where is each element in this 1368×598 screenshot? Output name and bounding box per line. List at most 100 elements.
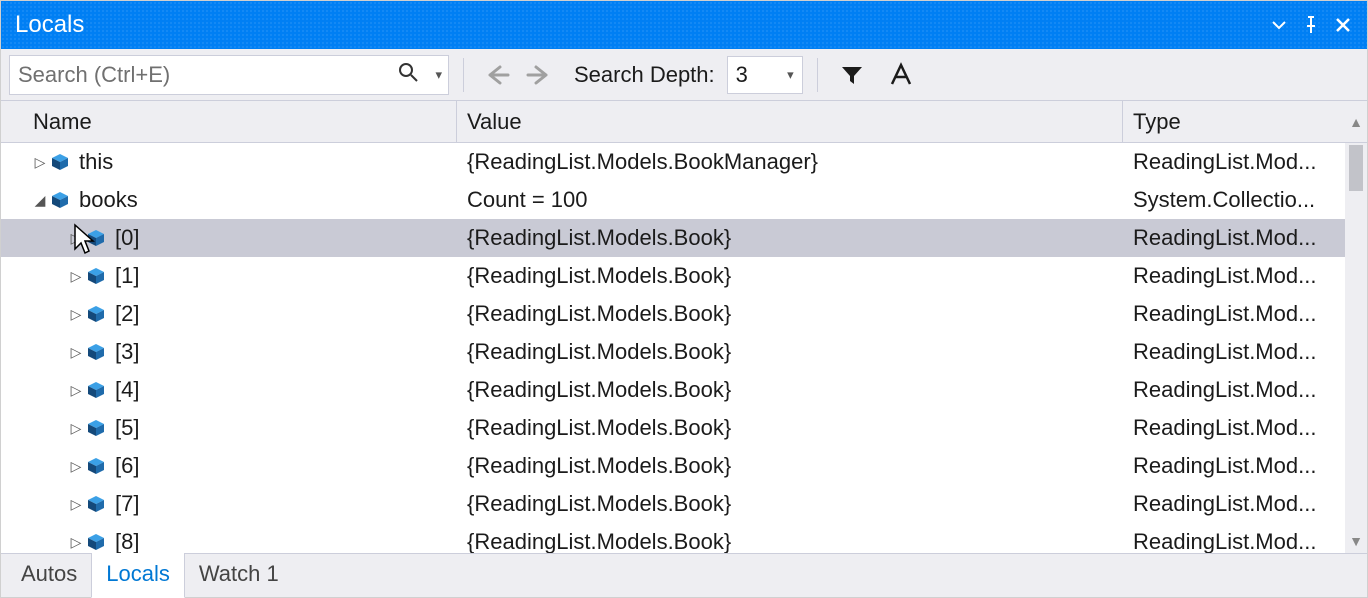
variable-name: [8] [107,529,139,553]
expand-icon[interactable]: ▷ [67,344,85,361]
table-row[interactable]: ▷ [5] {ReadingList.Models.Book}ReadingList… [1,409,1345,447]
search-depth-value: 3 [736,62,748,88]
table-row[interactable]: ▷ [1] {ReadingList.Models.Book}ReadingList… [1,257,1345,295]
locals-window: Locals ▾ Search Depth: 3 ▾ [0,0,1368,598]
object-icon [85,228,107,248]
variable-name: books [71,187,138,213]
separator [817,58,818,92]
variable-name: [1] [107,263,139,289]
variable-type: ReadingList.Mod... [1123,149,1345,175]
object-icon [85,304,107,324]
variable-name: [0] [107,225,139,251]
chevron-down-icon: ▾ [787,67,794,83]
expand-icon[interactable]: ▷ [67,230,85,247]
title-bar: Locals [1,1,1367,49]
variable-name: [2] [107,301,139,327]
table-row[interactable]: ▷ this {ReadingList.Models.BookManager}Rea… [1,143,1345,181]
expand-icon[interactable]: ▷ [67,496,85,513]
tab-locals[interactable]: Locals [91,552,185,598]
search-box[interactable]: ▾ [9,55,449,95]
object-icon [85,494,107,514]
object-icon [85,418,107,438]
variable-name: [4] [107,377,139,403]
object-icon [85,532,107,552]
search-icon[interactable] [398,62,418,88]
collapse-icon[interactable]: ◢ [31,192,49,209]
table-row[interactable]: ▷ [8] {ReadingList.Models.Book}ReadingList… [1,523,1345,553]
tab-autos[interactable]: Autos [7,553,91,597]
column-header-value[interactable]: Value [457,101,1123,142]
object-icon [49,190,71,210]
variable-type: ReadingList.Mod... [1123,415,1345,441]
scrollbar-thumb[interactable] [1349,145,1363,191]
object-icon [49,152,71,172]
variable-type: ReadingList.Mod... [1123,491,1345,517]
grid-header: Name Value Type ▲ [1,101,1367,143]
expand-icon[interactable]: ▷ [67,268,85,285]
table-row[interactable]: ▷ [4] {ReadingList.Models.Book}ReadingList… [1,371,1345,409]
search-input[interactable] [10,56,448,94]
column-header-name[interactable]: Name [19,101,457,142]
variable-value[interactable]: {ReadingList.Models.Book} [457,491,1123,517]
variable-type: ReadingList.Mod... [1123,453,1345,479]
variable-type: ReadingList.Mod... [1123,339,1345,365]
tab-watch-1[interactable]: Watch 1 [185,553,293,597]
variable-value[interactable]: Count = 100 [457,187,1123,213]
object-icon [85,380,107,400]
variable-value[interactable]: {ReadingList.Models.Book} [457,377,1123,403]
variable-name: [7] [107,491,139,517]
expand-icon[interactable]: ▷ [67,382,85,399]
window-menu-icon[interactable] [1263,17,1295,33]
expand-icon[interactable]: ▷ [67,458,85,475]
nav-back-button[interactable] [478,63,514,87]
tab-strip: AutosLocalsWatch 1 [1,553,1367,597]
nav-forward-button[interactable] [522,63,558,87]
variable-value[interactable]: {ReadingList.Models.Book} [457,415,1123,441]
table-row[interactable]: ▷ [2] {ReadingList.Models.Book}ReadingList… [1,295,1345,333]
table-row[interactable]: ▷ [6] {ReadingList.Models.Book}ReadingList… [1,447,1345,485]
close-icon[interactable] [1327,16,1359,34]
expand-icon[interactable]: ▷ [67,534,85,551]
search-depth-label: Search Depth: [566,62,719,88]
variable-name: [3] [107,339,139,365]
expand-icon[interactable]: ▷ [31,154,49,171]
object-icon [85,456,107,476]
table-row[interactable]: ▷ [7] {ReadingList.Models.Book}ReadingList… [1,485,1345,523]
variable-name: [5] [107,415,139,441]
variable-value[interactable]: {ReadingList.Models.Book} [457,453,1123,479]
grid-body: ▷this{ReadingList.Models.BookManager}Rea… [1,143,1367,553]
variable-value[interactable]: {ReadingList.Models.Book} [457,263,1123,289]
font-size-icon[interactable] [880,62,922,88]
expand-icon[interactable]: ▷ [67,306,85,323]
object-icon [85,266,107,286]
pin-icon[interactable] [1295,16,1327,34]
column-header-type[interactable]: Type [1123,101,1345,142]
toolbar: ▾ Search Depth: 3 ▾ [1,49,1367,101]
variable-name: this [71,149,113,175]
expand-icon[interactable]: ▷ [67,420,85,437]
variable-value[interactable]: {ReadingList.Models.Book} [457,225,1123,251]
table-row[interactable]: ▷ [3] {ReadingList.Models.Book}ReadingList… [1,333,1345,371]
search-dropdown-icon[interactable]: ▾ [435,67,442,83]
variable-type: ReadingList.Mod... [1123,225,1345,251]
scroll-down-icon[interactable]: ▼ [1345,533,1367,549]
variable-value[interactable]: {ReadingList.Models.Book} [457,301,1123,327]
variable-type: System.Collectio... [1123,187,1345,213]
table-row[interactable]: ▷ [0] {ReadingList.Models.Book}ReadingList… [1,219,1345,257]
variable-type: ReadingList.Mod... [1123,529,1345,553]
filter-icon[interactable] [832,63,872,87]
table-row[interactable]: ◢ books Count = 100System.Collectio... [1,181,1345,219]
scroll-up-icon[interactable]: ▲ [1345,114,1367,130]
variable-type: ReadingList.Mod... [1123,377,1345,403]
variable-value[interactable]: {ReadingList.Models.Book} [457,529,1123,553]
separator [463,58,464,92]
variable-type: ReadingList.Mod... [1123,301,1345,327]
vertical-scrollbar[interactable]: ▼ [1345,143,1367,553]
object-icon [85,342,107,362]
variable-type: ReadingList.Mod... [1123,263,1345,289]
window-title: Locals [15,11,1263,39]
search-depth-combo[interactable]: 3 ▾ [727,56,803,94]
variable-name: [6] [107,453,139,479]
variable-value[interactable]: {ReadingList.Models.Book} [457,339,1123,365]
variable-value[interactable]: {ReadingList.Models.BookManager} [457,149,1123,175]
